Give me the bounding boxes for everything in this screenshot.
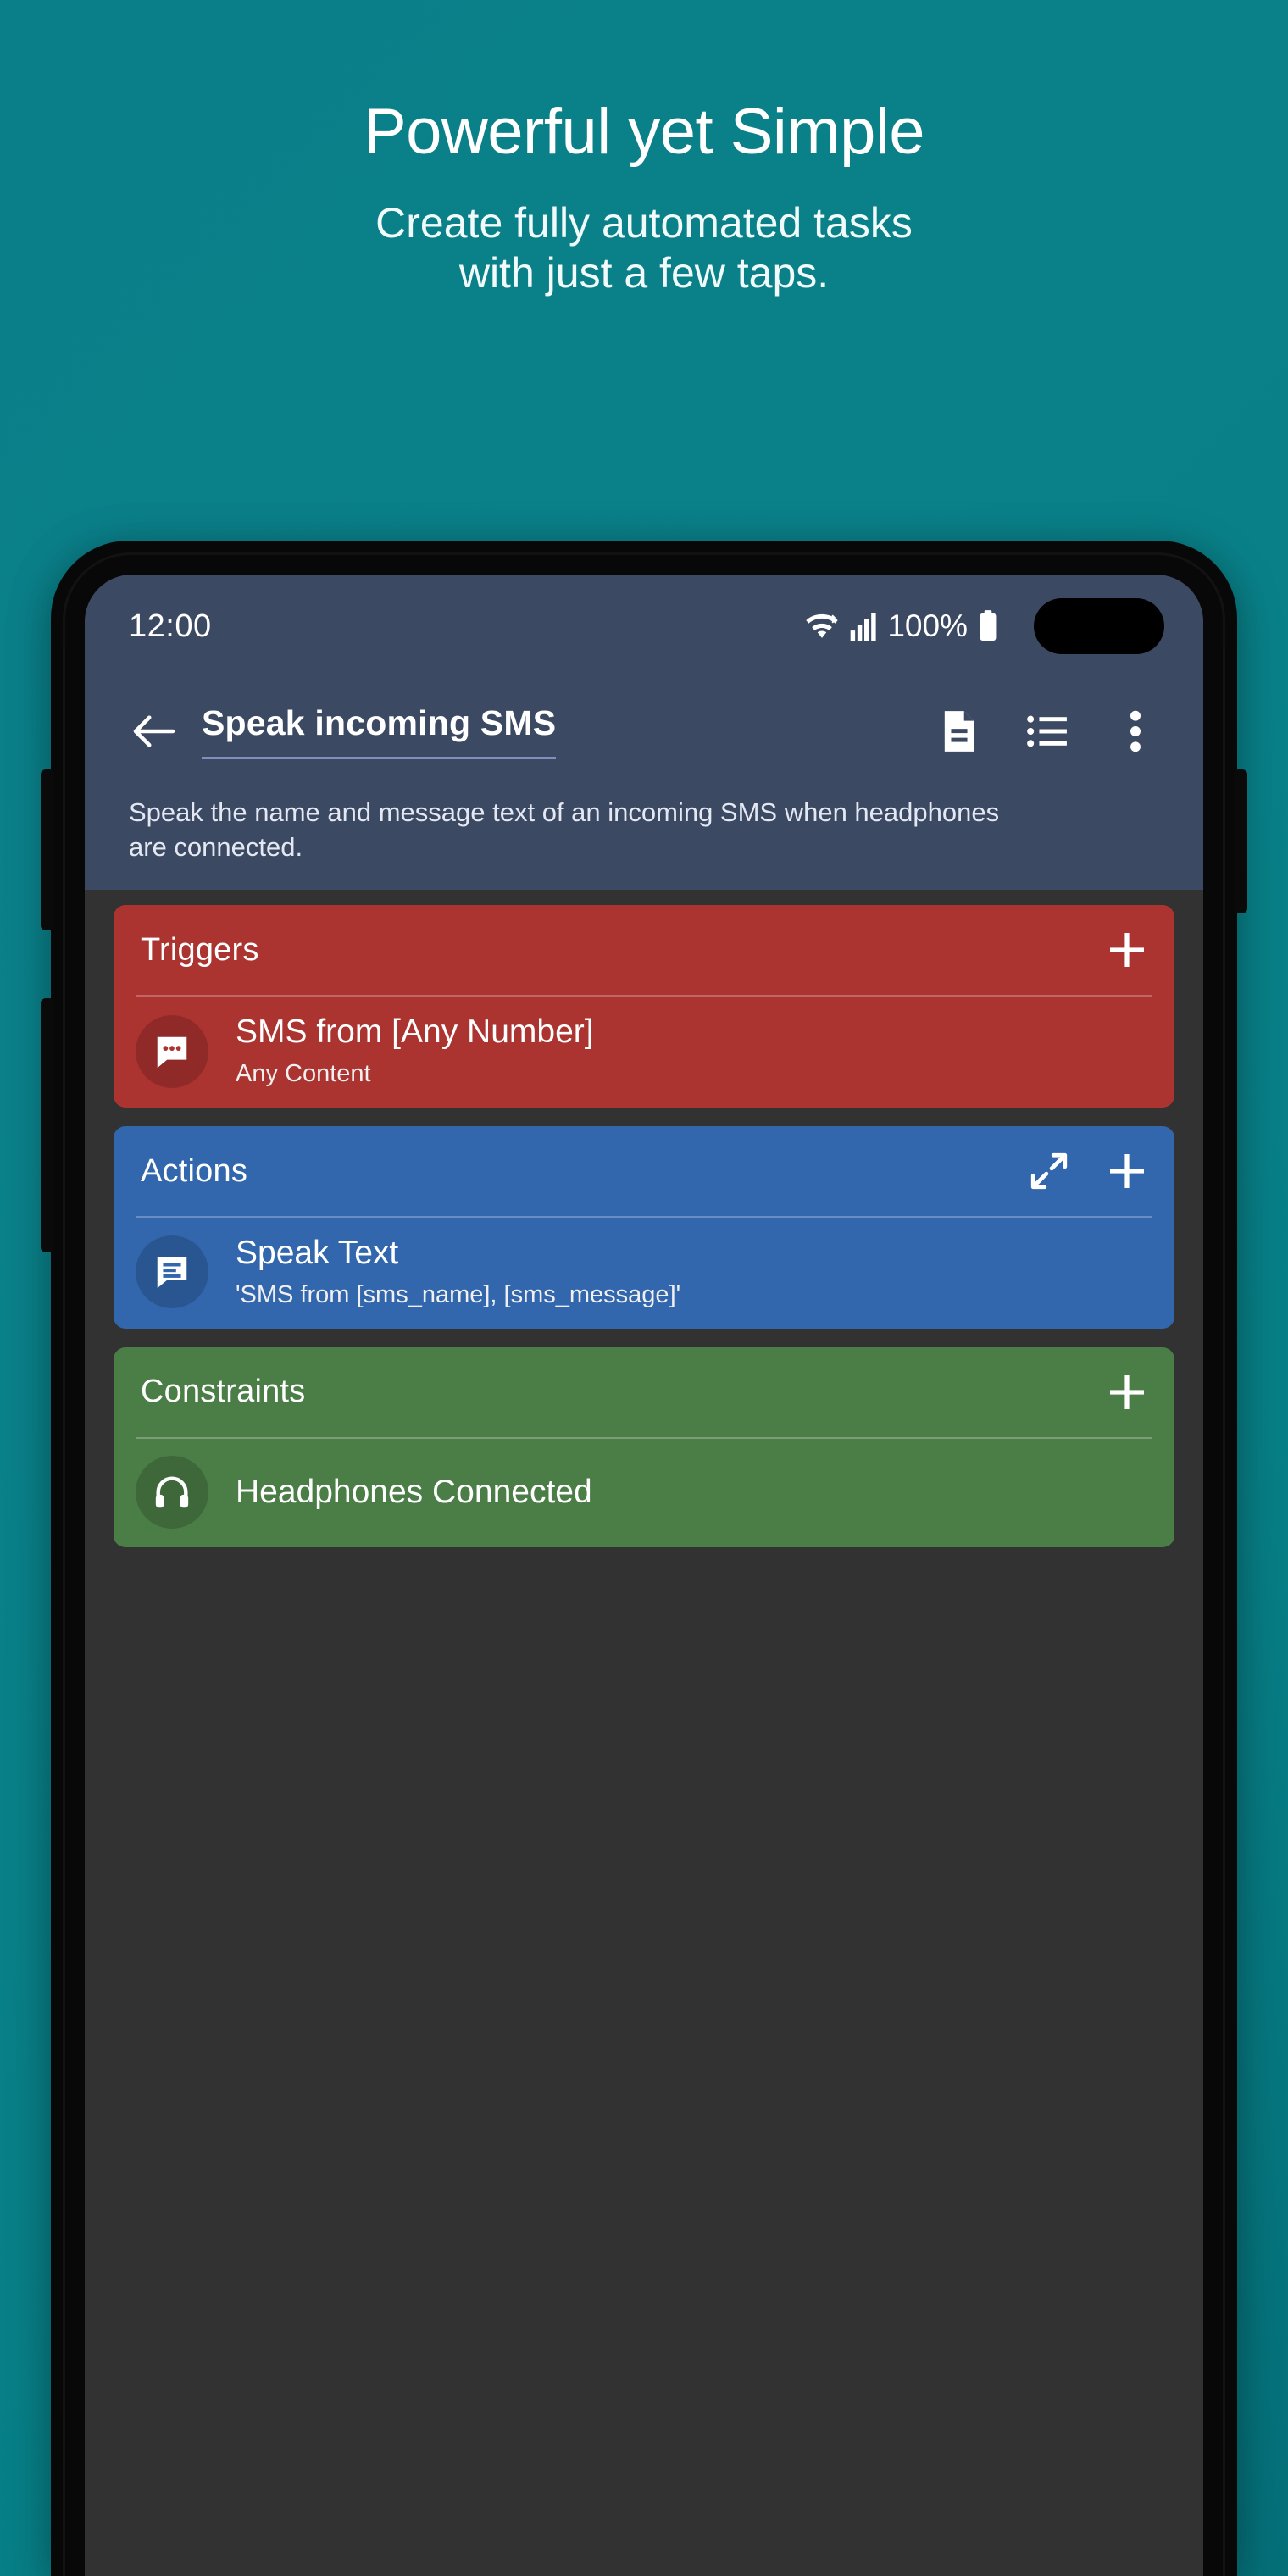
- promo-title: Powerful yet Simple: [363, 96, 925, 168]
- triggers-title: Triggers: [141, 931, 259, 968]
- promo-header: Powerful yet Simple Create fully automat…: [0, 0, 1288, 298]
- speak-text-icon: [136, 1235, 208, 1309]
- triggers-card: Triggers SMS from [Any Number] Any Conte…: [114, 905, 1174, 1108]
- table-row[interactable]: SMS from [Any Number] Any Content: [114, 997, 1174, 1108]
- volume-button[interactable]: [41, 769, 54, 930]
- sms-message-icon: [136, 1014, 208, 1088]
- side-assistant-button[interactable]: [1234, 769, 1247, 913]
- task-title: Speak incoming SMS: [202, 703, 557, 742]
- app-bar: Speak incoming SMS Speak the name and me…: [85, 678, 1203, 891]
- actions-header-actions: [1027, 1149, 1149, 1193]
- app-bar-row: Speak incoming SMS: [85, 678, 1203, 773]
- promo-screenshot: Powerful yet Simple Create fully automat…: [0, 0, 1288, 2576]
- power-button[interactable]: [41, 998, 54, 1252]
- headphones-icon: [136, 1455, 208, 1529]
- triggers-card-header: Triggers: [114, 905, 1174, 995]
- promo-subtitle-line-2: with just a few taps.: [458, 249, 830, 297]
- task-description: Speak the name and message text of an in…: [129, 797, 1000, 863]
- row-text: SMS from [Any Number] Any Content: [236, 1013, 594, 1089]
- row-subtitle: Any Content: [236, 1060, 371, 1088]
- constraints-title: Constraints: [141, 1374, 306, 1410]
- phone-screen: 12:00 100% Speak incoming SMS Speak the …: [85, 575, 1203, 2576]
- triggers-header-actions: [1105, 928, 1149, 972]
- battery-full-icon: [978, 610, 998, 642]
- constraints-card-header: Constraints: [114, 1347, 1174, 1437]
- status-indicators: 100%: [804, 598, 1164, 654]
- app-bar-actions: [935, 706, 1164, 757]
- row-title: Headphones Connected: [236, 1473, 592, 1510]
- constraints-header-actions: [1105, 1370, 1149, 1414]
- actions-title: Actions: [141, 1152, 248, 1189]
- table-row[interactable]: Headphones Connected: [114, 1439, 1174, 1547]
- overflow-menu-icon[interactable]: [1112, 706, 1159, 757]
- task-sections: Triggers SMS from [Any Number] Any Conte…: [85, 890, 1203, 1547]
- row-title: Speak Text: [236, 1235, 399, 1272]
- notes-icon[interactable]: [935, 706, 983, 757]
- expand-diagonal-icon[interactable]: [1027, 1149, 1071, 1193]
- battery-percent-label: 100%: [887, 608, 968, 643]
- phone-frame: 12:00 100% Speak incoming SMS Speak the …: [41, 541, 1247, 2576]
- plus-icon[interactable]: [1105, 1149, 1149, 1193]
- actions-card-header: Actions: [114, 1126, 1174, 1216]
- plus-icon[interactable]: [1105, 1370, 1149, 1414]
- status-time: 12:00: [129, 608, 212, 644]
- row-subtitle: 'SMS from [sms_name], [sms_message]': [236, 1280, 681, 1308]
- wifi-icon: [804, 611, 840, 641]
- cellular-signal-icon: [850, 612, 877, 641]
- task-title-field[interactable]: Speak incoming SMS: [202, 703, 557, 759]
- constraints-card: Constraints Headphones Connected: [114, 1346, 1174, 1547]
- row-text: Speak Text 'SMS from [sms_name], [sms_me…: [236, 1235, 680, 1310]
- arrow-left-icon[interactable]: [124, 702, 183, 761]
- front-camera-cutout: [1034, 598, 1164, 654]
- promo-subtitle-line-1: Create fully automated tasks: [375, 199, 913, 247]
- promo-subtitle: Create fully automated tasks with just a…: [0, 198, 1288, 298]
- plus-icon[interactable]: [1105, 928, 1149, 972]
- row-title: SMS from [Any Number]: [236, 1013, 594, 1051]
- actions-card: Actions Speak Text 'SMS from [sms_name],…: [114, 1126, 1174, 1329]
- table-row[interactable]: Speak Text 'SMS from [sms_name], [sms_me…: [114, 1218, 1174, 1329]
- status-bar: 12:00 100%: [85, 575, 1203, 678]
- list-icon[interactable]: [1024, 706, 1071, 757]
